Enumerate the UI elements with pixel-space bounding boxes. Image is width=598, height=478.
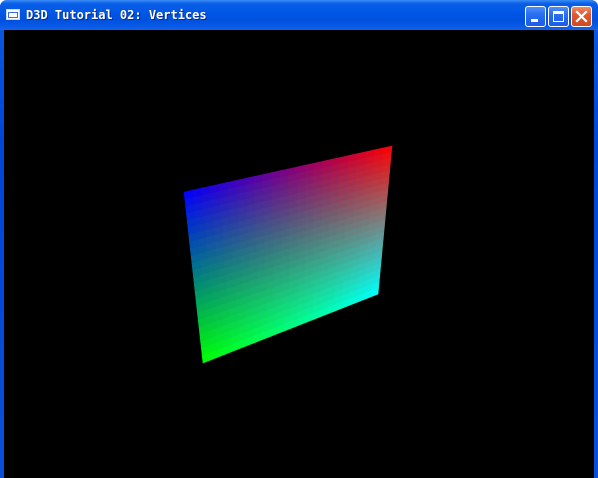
maximize-icon <box>553 11 564 22</box>
title-bar[interactable]: D3D Tutorial 02: Vertices <box>0 0 598 30</box>
d3d-scene <box>4 30 594 478</box>
minimize-icon <box>531 19 538 22</box>
window-icon[interactable] <box>6 9 20 20</box>
maximize-button[interactable] <box>548 6 569 27</box>
application-window: D3D Tutorial 02: Vertices <box>0 0 598 478</box>
close-icon <box>575 10 588 23</box>
minimize-button[interactable] <box>525 6 546 27</box>
close-button[interactable] <box>571 6 592 27</box>
window-title: D3D Tutorial 02: Vertices <box>26 8 207 22</box>
render-viewport[interactable] <box>4 30 594 478</box>
